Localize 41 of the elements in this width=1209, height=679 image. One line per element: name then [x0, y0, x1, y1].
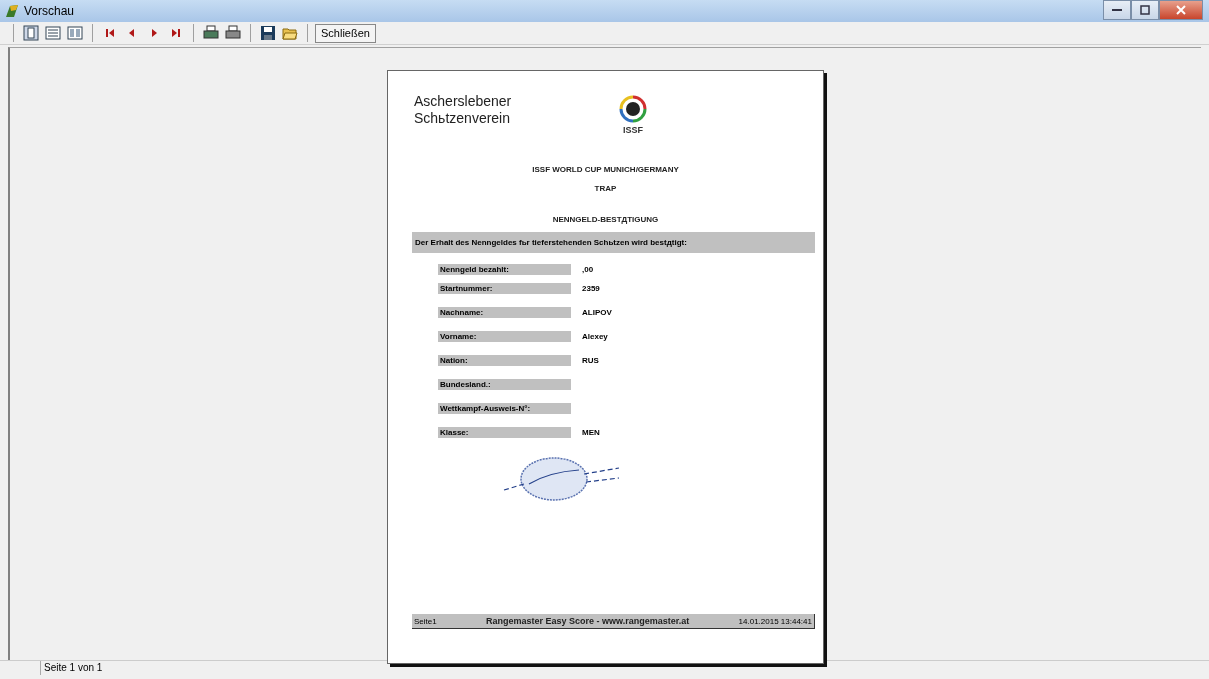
close-preview-button[interactable]: Schließen [315, 23, 376, 43]
app-icon [4, 3, 20, 19]
open-folder-icon[interactable] [282, 25, 298, 41]
field-label: Startnummer: [438, 282, 571, 294]
minimize-button[interactable] [1103, 0, 1131, 20]
field-label: Vorname: [438, 330, 571, 342]
event-title: ISSF WORLD CUP MUNICH/GERMANY [532, 165, 679, 174]
field-label: Nachname: [438, 306, 571, 318]
field-label: Wettkampf-Ausweis-N°: [438, 402, 571, 414]
field-value: ALIPOV [582, 307, 612, 317]
footer-text: Rangemaster Easy Score - www.rangemaster.at [486, 616, 690, 626]
field-label: Klasse: [438, 426, 571, 438]
field-label: Nenngeld bezahlt: [438, 263, 571, 275]
club-name: Ascherslebener Schьtzenverein [414, 93, 513, 128]
close-icon [1176, 5, 1186, 15]
close-button[interactable] [1159, 0, 1203, 20]
maximize-button[interactable] [1131, 0, 1159, 20]
footer-page-label: Seite1 [414, 616, 437, 626]
print-icon[interactable] [225, 25, 241, 41]
field-value: 2359 [582, 283, 600, 293]
field-value: MEN [582, 427, 600, 437]
field-label: Bundesland.: [438, 378, 571, 390]
single-page-icon[interactable] [23, 25, 39, 41]
maximize-icon [1140, 5, 1150, 15]
window-title: Vorschau [24, 4, 75, 18]
printer-icon[interactable] [203, 25, 219, 41]
field-value: RUS [582, 355, 599, 365]
two-pages-icon[interactable] [67, 25, 83, 41]
field-value: ,00 [582, 264, 594, 274]
footer-timestamp: 14.01.2015 13:44:41 [738, 616, 812, 626]
minimize-icon [1112, 8, 1122, 12]
save-icon[interactable] [260, 25, 276, 41]
target-logo-icon [617, 93, 649, 125]
document-heading: NENNGELD-BESTДTIGUNG [552, 215, 659, 224]
discipline: TRAP [594, 184, 617, 193]
confirmation-banner: Der Erhalt des Nenngeldes fьr tieferstehenden Schьtzen wird bestдtigt: [412, 232, 815, 253]
lines-icon[interactable] [45, 25, 61, 41]
field-label: Nation: [438, 354, 571, 366]
status-text: Seite 1 von 1 [40, 661, 106, 675]
field-value: Alexey [582, 331, 608, 341]
logo-text: ISSF [623, 125, 643, 135]
